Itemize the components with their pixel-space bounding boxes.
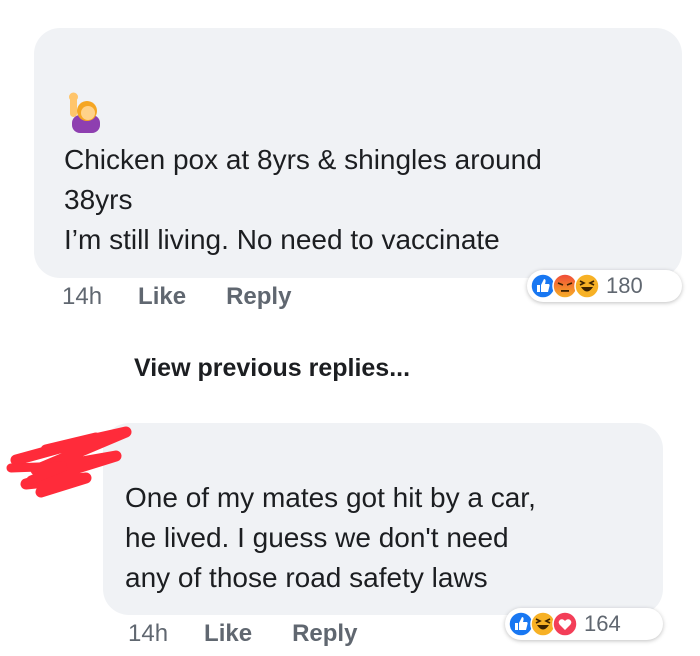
redacted-avatar — [6, 426, 132, 498]
comment-text: Chicken pox at 8yrs & shingles around 38… — [64, 144, 542, 255]
reaction-count: 180 — [606, 273, 643, 298]
like-button[interactable]: Like — [204, 620, 252, 648]
reply-button[interactable]: Reply — [226, 283, 291, 311]
comment-text: One of my mates got hit by a car, he liv… — [125, 482, 536, 593]
like-button[interactable]: Like — [138, 283, 186, 311]
love-icon — [552, 611, 578, 637]
timestamp[interactable]: 14h — [62, 283, 102, 311]
comment-actions: 14h Like Reply — [62, 283, 331, 311]
reaction-count: 164 — [584, 611, 621, 636]
reactions-summary[interactable]: 164 — [505, 608, 663, 640]
comment-actions: 14h Like Reply — [128, 620, 397, 648]
view-previous-replies-link[interactable]: View previous replies... — [134, 354, 410, 383]
haha-icon — [574, 273, 600, 299]
reply-button[interactable]: Reply — [292, 620, 357, 648]
reactions-summary[interactable]: 180 — [527, 270, 682, 302]
timestamp[interactable]: 14h — [128, 620, 168, 648]
person-raising-hand-icon — [69, 92, 100, 133]
